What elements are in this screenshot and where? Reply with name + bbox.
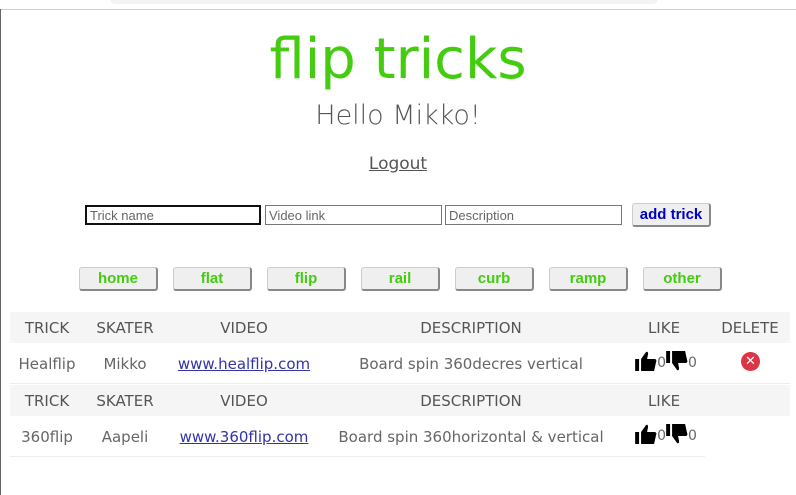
header-trick: TRICK: [24, 319, 70, 337]
header-trick: TRICK: [24, 392, 70, 410]
like-count: 0: [657, 428, 666, 444]
nav-home-button[interactable]: home: [79, 267, 158, 291]
nav-rail-button[interactable]: rail: [361, 267, 440, 291]
delete-icon[interactable]: ✕: [741, 352, 760, 371]
dislike-count: 0: [688, 355, 697, 371]
nav-other-button[interactable]: other: [643, 267, 722, 291]
thumbs-down-icon[interactable]: [666, 351, 688, 371]
trick-name-input[interactable]: [85, 205, 261, 225]
header-description: DESCRIPTION: [420, 319, 522, 337]
nav-ramp-button[interactable]: ramp: [549, 267, 628, 291]
trick-name: 360flip: [21, 428, 73, 446]
thumbs-up-icon[interactable]: [635, 351, 657, 371]
table-header: TRICK SKATER VIDEO DESCRIPTION LIKE: [10, 385, 790, 416]
header-description: DESCRIPTION: [420, 392, 522, 410]
video-link[interactable]: www.healflip.com: [178, 355, 310, 373]
description: Board spin 360horizontal & vertical: [338, 428, 604, 446]
header-like: LIKE: [647, 392, 681, 410]
header-delete: DELETE: [721, 319, 779, 337]
thumbs-down-icon[interactable]: [666, 424, 688, 444]
video-link[interactable]: www.360flip.com: [180, 428, 309, 446]
browser-address-bar: [110, 0, 658, 4]
nav-flat-button[interactable]: flat: [173, 267, 252, 291]
header-skater: SKATER: [96, 392, 154, 410]
table-row: 360flip Aapeli www.360flip.com Board spi…: [10, 418, 705, 457]
header-like: LIKE: [647, 319, 681, 337]
trick-name: Healflip: [18, 355, 76, 373]
skater-name: Aapeli: [101, 428, 149, 446]
nav-flip-button[interactable]: flip: [267, 267, 346, 291]
table-header: TRICK SKATER VIDEO DESCRIPTION LIKE DELE…: [10, 312, 790, 343]
nav-curb-button[interactable]: curb: [455, 267, 534, 291]
header-video: VIDEO: [220, 319, 268, 337]
divider: [0, 9, 796, 10]
description: Board spin 360decres vertical: [359, 355, 583, 373]
greeting: Hello Mikko!: [315, 100, 481, 131]
thumbs-up-icon[interactable]: [635, 424, 657, 444]
table-row: Healflip Mikko www.healflip.com Board sp…: [10, 345, 790, 384]
video-link-input[interactable]: [265, 205, 442, 225]
add-trick-button[interactable]: add trick: [632, 203, 711, 227]
dislike-count: 0: [688, 428, 697, 444]
description-input[interactable]: [445, 205, 622, 225]
header-video: VIDEO: [220, 392, 268, 410]
skater-name: Mikko: [103, 355, 147, 373]
page-title: flip tricks: [269, 27, 527, 92]
logout-link[interactable]: Logout: [369, 154, 427, 174]
header-skater: SKATER: [96, 319, 154, 337]
like-count: 0: [657, 355, 666, 371]
